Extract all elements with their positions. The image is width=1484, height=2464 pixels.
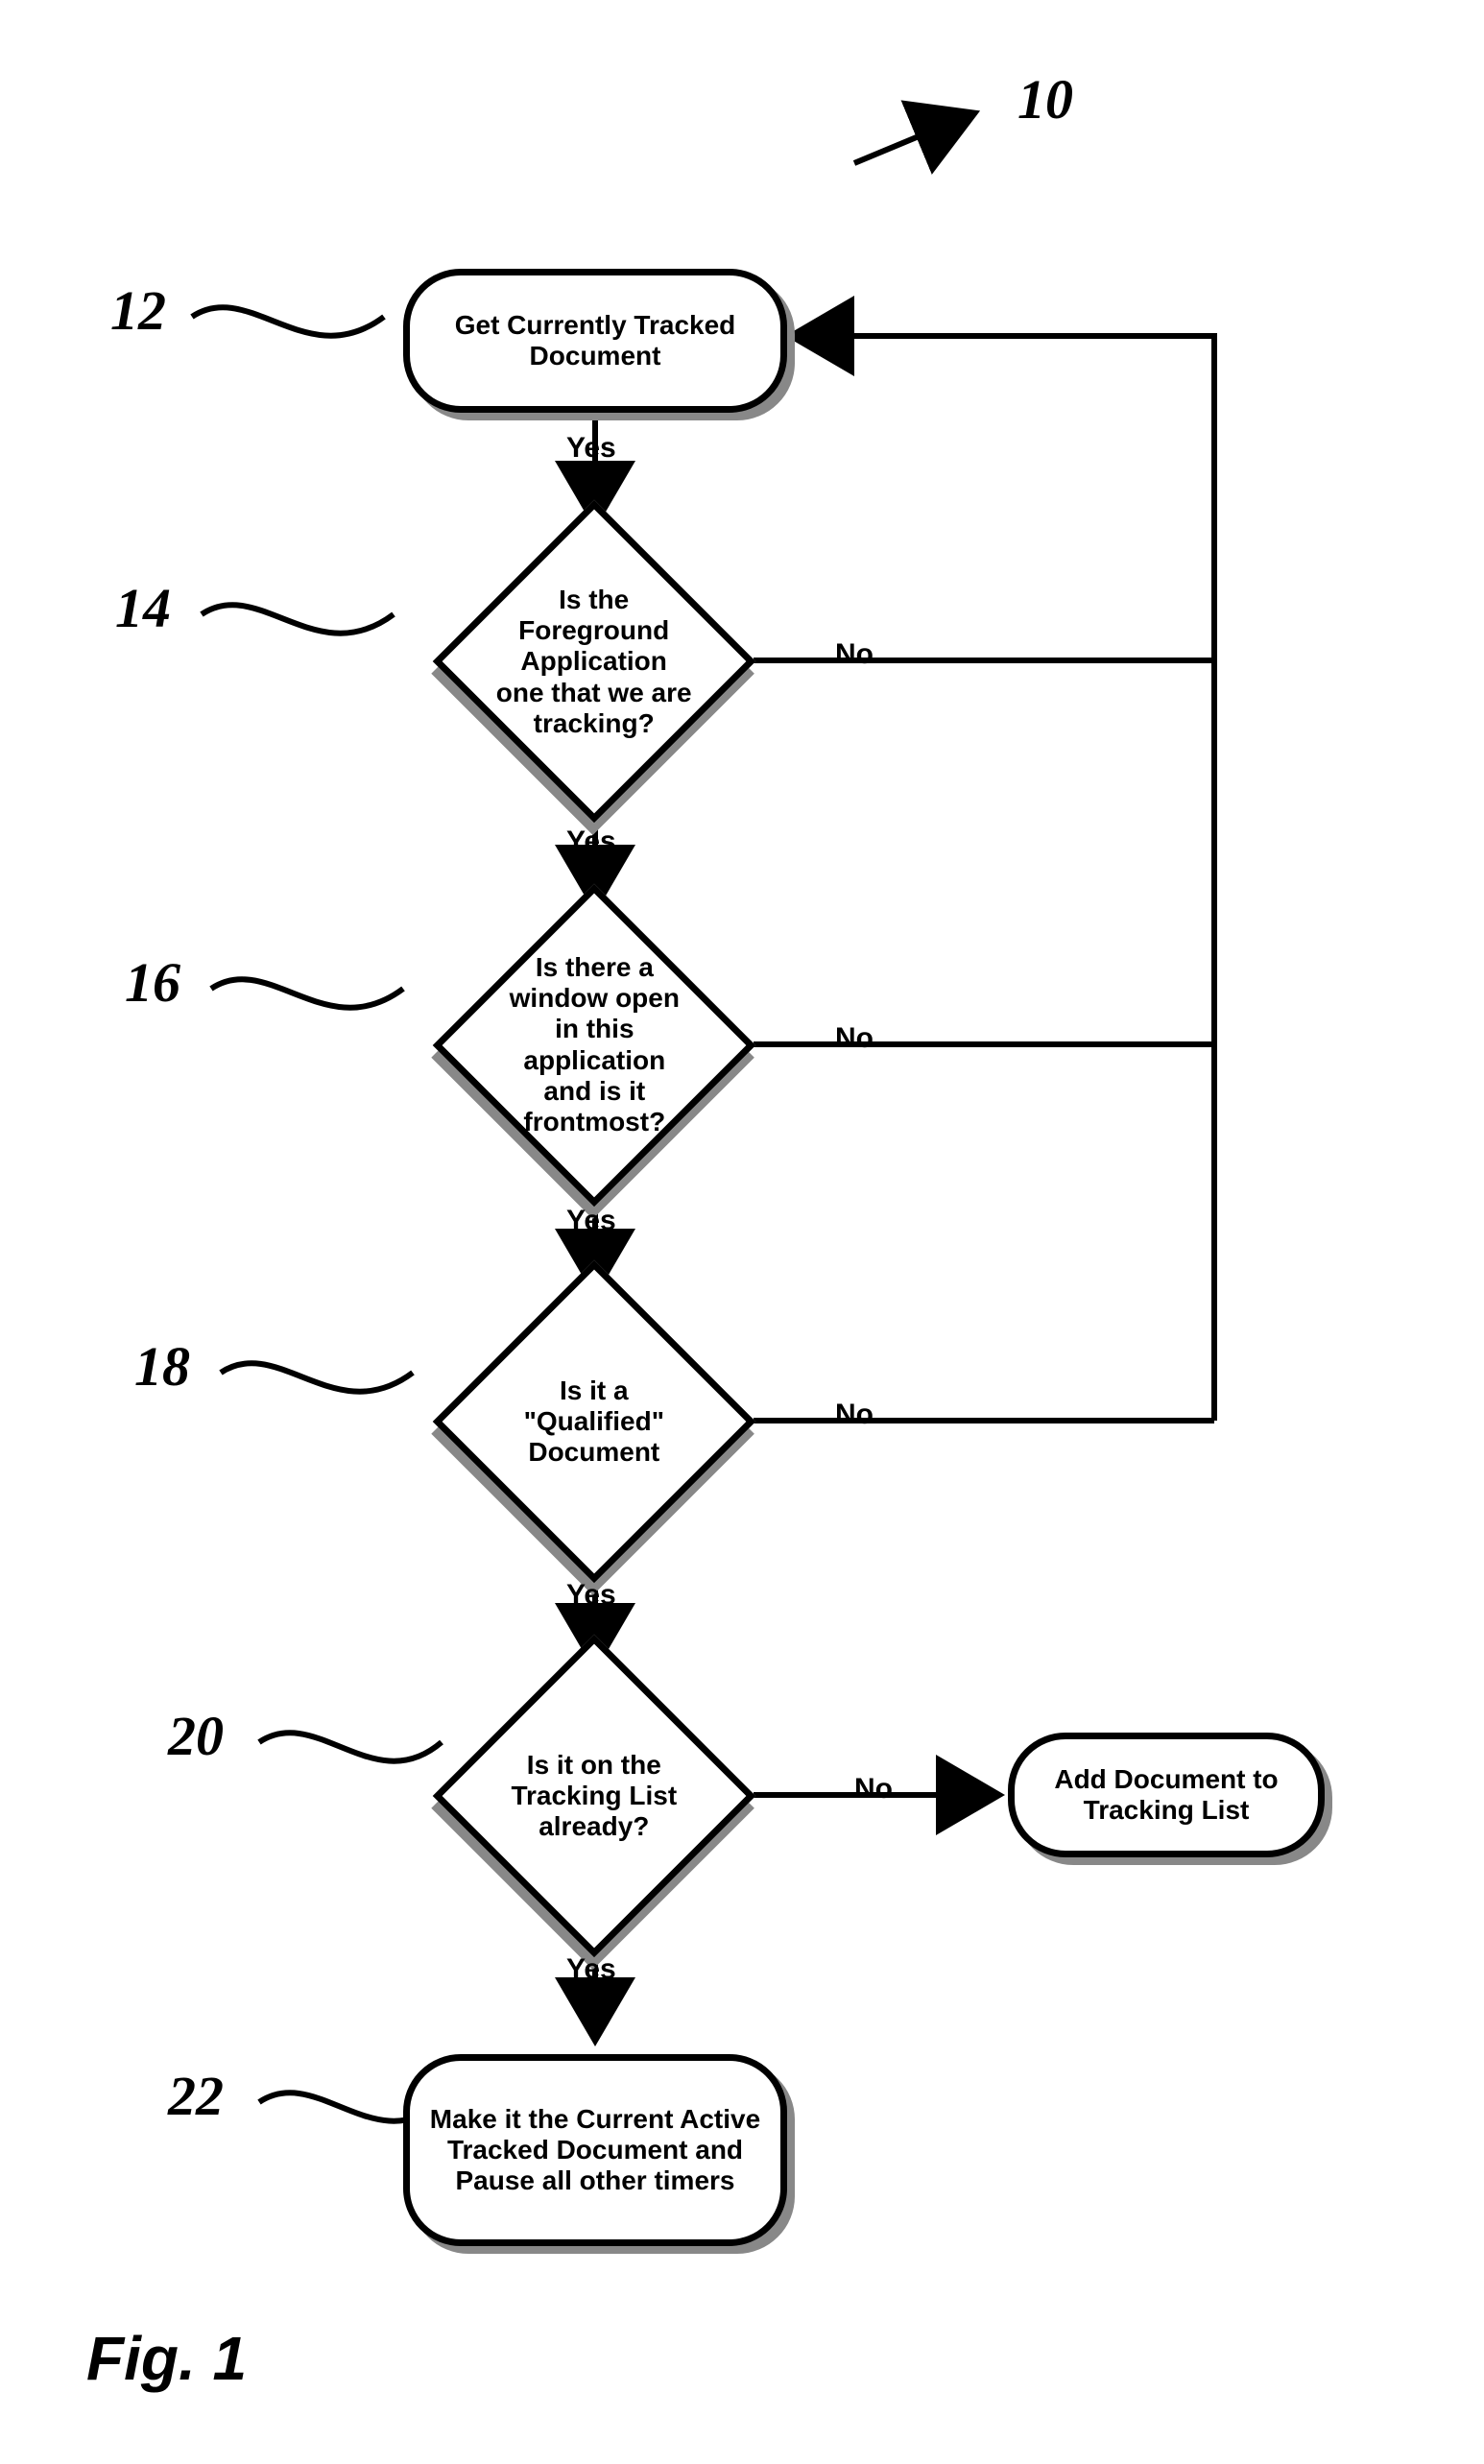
node-text: Make it the Current Active Tracked Docum…	[419, 2104, 771, 2197]
edge-yes-18-20: Yes	[566, 1579, 616, 1612]
edge-no-14: No	[835, 638, 874, 671]
node-on-tracking-list: Is it on the Tracking List already?	[433, 1635, 756, 1958]
figure-ref-10: 10	[1017, 67, 1073, 132]
node-text: Get Currently Tracked Document	[419, 310, 771, 371]
figure-caption: Fig. 1	[86, 2323, 247, 2394]
node-foreground-app-tracked: Is the Foreground Application one that w…	[433, 500, 756, 824]
edge-yes-16-18: Yes	[566, 1205, 616, 1237]
node-get-currently-tracked: Get Currently Tracked Document	[403, 269, 787, 413]
flowchart-canvas: 10 12 14 16 18 20 22	[0, 0, 1484, 2464]
ref-14: 14	[115, 576, 171, 640]
edge-yes-12-14: Yes	[566, 432, 616, 465]
node-text: Is it a "Qualified" Document	[524, 1376, 664, 1467]
edge-yes-14-16: Yes	[566, 825, 616, 858]
node-text: Is there a window open in this applicati…	[509, 952, 679, 1136]
edge-no-18: No	[835, 1399, 874, 1431]
node-add-doc-to-tracking-list: Add Document to Tracking List	[1008, 1733, 1325, 1857]
node-text: Is it on the Tracking List already?	[512, 1750, 678, 1841]
node-qualified-document: Is it a "Qualified" Document	[433, 1260, 756, 1584]
edge-yes-20-22: Yes	[566, 1953, 616, 1986]
node-make-current-active: Make it the Current Active Tracked Docum…	[403, 2054, 787, 2246]
ref-12: 12	[110, 278, 166, 343]
ref-22: 22	[168, 2064, 224, 2128]
edge-no-20: No	[854, 1773, 893, 1806]
node-text: Add Document to Tracking List	[1024, 1764, 1308, 1826]
edge-no-16: No	[835, 1022, 874, 1055]
ref-18: 18	[134, 1334, 190, 1399]
node-text: Is the Foreground Application one that w…	[496, 585, 692, 738]
ref-20: 20	[168, 1704, 224, 1768]
node-window-open-frontmost: Is there a window open in this applicati…	[433, 884, 756, 1208]
ref-16: 16	[125, 950, 180, 1015]
